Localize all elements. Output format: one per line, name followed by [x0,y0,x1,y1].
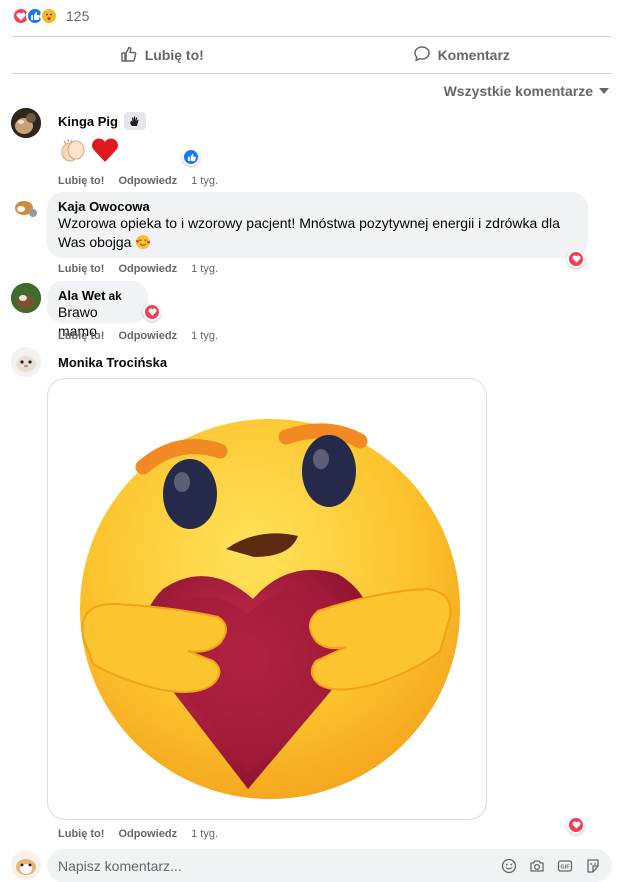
like-icon[interactable] [182,148,200,166]
comment-composer: GIF [47,849,612,882]
comment-reply-link[interactable]: Odpowiedz [118,175,177,187]
comment-header: Kinga Pig [58,112,146,130]
comment-author[interactable]: Monika Trocińska [58,355,167,370]
comment-timestamp[interactable]: 1 tyg. [191,330,218,342]
comment-button-label: Komentarz [437,47,510,63]
comment-meta: Lubię to! Odpowiedz 1 tyg. [58,263,218,275]
comment-author-row: Ala Wet ak [58,288,137,303]
love-icon[interactable] [143,303,161,321]
comment-filter-dropdown[interactable]: Wszystkie komentarze [444,83,609,99]
avatar[interactable] [11,347,41,377]
comment-bubble: Ala Wet ak Brawo mamo [47,281,148,339]
avatar[interactable] [11,283,41,313]
comment-filter-label: Wszystkie komentarze [443,83,593,99]
comment-meta: Lubię to! Odpowiedz 1 tyg. [58,828,218,840]
reactions-summary[interactable]: 125 [12,6,89,26]
comment-body-emojis [58,135,120,170]
camera-icon[interactable] [528,857,546,875]
composer-icons: GIF [500,857,612,875]
sticker-icon[interactable] [584,857,602,875]
comment-bubble: Kaja Owocowa Wzorowa opieka to i wzorowy… [47,192,588,258]
comment-timestamp[interactable]: 1 tyg. [191,175,218,187]
comment-reply-link[interactable]: Odpowiedz [118,828,177,840]
comment-like-link[interactable]: Lubię to! [58,175,104,187]
reaction-count[interactable]: 125 [66,8,89,24]
comment-header: Monika Trocińska [58,354,167,372]
comment-reply-link[interactable]: Odpowiedz [118,330,177,342]
gif-icon[interactable]: GIF [556,857,574,875]
thumbs-up-icon [120,45,138,66]
comment-like-link[interactable]: Lubię to! [58,330,104,342]
red-heart-emoji [90,135,120,170]
like-button[interactable]: Lubię to! [12,37,312,73]
comment-button[interactable]: Komentarz [312,37,612,73]
smiling-face-with-hearts-emoji [135,234,151,255]
svg-text:GIF: GIF [560,864,570,870]
avatar[interactable] [11,108,41,138]
comment-text: Wzorowa opieka to i wzorowy pacjent! Mnó… [58,214,577,255]
chevron-down-icon [599,88,609,94]
comment-icon [413,45,431,66]
post-action-bar: Lubię to! Komentarz [12,37,611,73]
comment-author[interactable]: Kaja Owocowa [58,199,577,214]
comment-author[interactable]: Ala Wet [58,288,105,303]
waving-hand-icon [123,112,146,130]
clapping-hands-emoji [58,135,88,170]
comment-reply-link[interactable]: Odpowiedz [118,263,177,275]
care-icon [40,7,58,25]
comment-author-suffix: ak [108,289,122,303]
emoji-icon[interactable] [500,857,518,875]
comment-meta: Lubię to! Odpowiedz 1 tyg. [58,330,218,342]
comment-timestamp[interactable]: 1 tyg. [191,263,218,275]
comment-like-link[interactable]: Lubię to! [58,263,104,275]
comment-like-link[interactable]: Lubię to! [58,828,104,840]
love-icon[interactable] [567,250,585,268]
comment-meta: Lubię to! Odpowiedz 1 tyg. [58,175,218,187]
comment-input[interactable] [58,857,500,874]
comment-timestamp[interactable]: 1 tyg. [191,828,218,840]
love-icon[interactable] [567,816,585,834]
comment-author[interactable]: Kinga Pig [58,114,118,129]
comment-attachment-image[interactable] [47,378,487,820]
care-emoji-hugging-heart-sticker [80,419,460,799]
like-button-label: Lubię to! [144,47,204,63]
avatar[interactable] [11,194,41,224]
current-user-avatar[interactable] [11,850,41,880]
divider [12,73,611,74]
